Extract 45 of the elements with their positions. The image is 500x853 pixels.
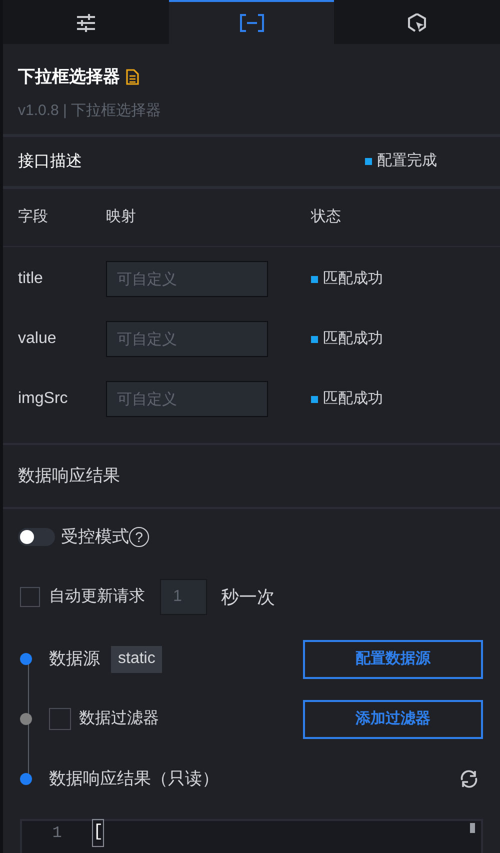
scrollbar-thumb[interactable] bbox=[470, 823, 475, 833]
document-icon[interactable] bbox=[126, 68, 139, 85]
column-header: 状态 bbox=[311, 207, 342, 228]
code-text: [ bbox=[92, 819, 104, 847]
brackets-icon bbox=[240, 14, 264, 32]
step-button[interactable]: 配置数据源 bbox=[303, 640, 483, 678]
refresh-icon[interactable] bbox=[459, 769, 479, 789]
column-header: 字段 bbox=[18, 207, 49, 228]
toggle-switch[interactable] bbox=[18, 528, 55, 546]
mapping-field[interactable]: 可自定义 bbox=[106, 261, 268, 297]
component-title: 下拉框选择器 bbox=[18, 66, 120, 88]
status-indicator bbox=[365, 158, 372, 165]
checkbox[interactable] bbox=[49, 708, 71, 730]
status-indicator bbox=[311, 396, 318, 402]
interval-unit: 秒一次 bbox=[221, 586, 275, 608]
status-indicator bbox=[311, 276, 318, 282]
line-number: 1 bbox=[51, 823, 63, 844]
step-label: 数据过滤器 bbox=[79, 708, 159, 729]
help-icon[interactable]: ? bbox=[129, 527, 149, 547]
column-header: 映射 bbox=[106, 207, 137, 228]
field-name: value bbox=[18, 329, 58, 349]
section-title: 接口描述 bbox=[18, 152, 83, 172]
mapping-field[interactable]: 可自定义 bbox=[106, 381, 268, 417]
section-title: 数据响应结果 bbox=[18, 465, 120, 488]
match-status: 匹配成功 bbox=[323, 328, 383, 349]
step-button[interactable]: 添加过滤器 bbox=[303, 700, 483, 738]
panel-tab[interactable] bbox=[168, 0, 334, 44]
step-label: 数据源 bbox=[49, 648, 100, 670]
data-source-tag: static bbox=[111, 646, 162, 672]
interval-field[interactable]: 1 bbox=[160, 579, 207, 615]
field-name: title bbox=[18, 269, 44, 289]
sliders-icon bbox=[76, 14, 96, 32]
code-editor[interactable]: 1 [ bbox=[20, 819, 483, 853]
step-label: 数据响应结果（只读） bbox=[49, 768, 219, 790]
cursor-hexagon-icon bbox=[407, 13, 428, 33]
match-status: 匹配成功 bbox=[323, 268, 383, 289]
component-subtitle: v1.0.8 | 下拉框选择器 bbox=[18, 100, 162, 120]
checkbox[interactable] bbox=[20, 587, 40, 607]
checkbox-label: 自动更新请求 bbox=[49, 586, 145, 607]
mapping-field[interactable]: 可自定义 bbox=[106, 321, 268, 357]
toggle-label: 受控模式 bbox=[61, 526, 129, 548]
status-indicator bbox=[311, 336, 318, 342]
match-status: 匹配成功 bbox=[323, 388, 383, 409]
status-text: 配置完成 bbox=[377, 151, 437, 172]
field-name: imgSrc bbox=[18, 389, 69, 409]
